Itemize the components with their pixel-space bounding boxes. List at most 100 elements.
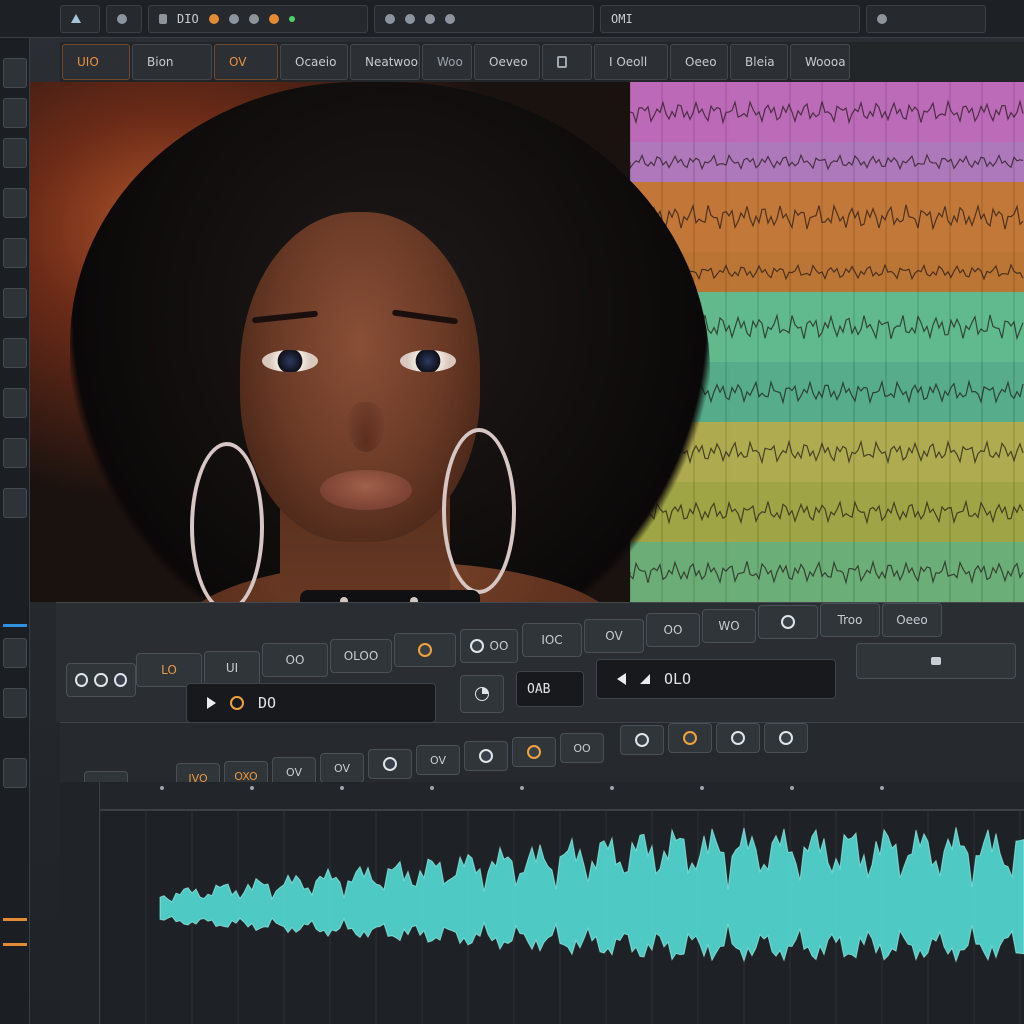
knob-icon[interactable] xyxy=(527,745,541,759)
track-header-strip[interactable] xyxy=(60,782,100,1024)
transport-chip[interactable] xyxy=(66,663,136,697)
audio-waveform[interactable] xyxy=(99,811,1024,1024)
tab-9[interactable]: Oeeo xyxy=(670,44,728,80)
rail-button[interactable] xyxy=(3,638,27,668)
edit-chip[interactable] xyxy=(512,737,556,767)
knob-icon[interactable] xyxy=(418,643,432,657)
top-button-group-2[interactable] xyxy=(106,4,142,33)
tool-icon[interactable] xyxy=(445,13,455,24)
tab-4[interactable]: Neatwoo xyxy=(350,44,420,80)
transport-chip[interactable]: OLOO xyxy=(330,639,392,673)
rail-button[interactable] xyxy=(3,758,27,788)
play-icon[interactable] xyxy=(617,673,626,685)
chip-label: OLOO xyxy=(343,649,379,663)
edit-chip[interactable] xyxy=(668,723,712,753)
edit-chip[interactable] xyxy=(716,723,760,753)
time-display[interactable]: OMI xyxy=(600,4,860,33)
top-right-group[interactable] xyxy=(866,4,986,33)
tab-8[interactable]: I Oeoll xyxy=(594,44,668,80)
secondary-display[interactable]: OLO xyxy=(596,659,836,699)
knob-icon[interactable] xyxy=(781,615,795,629)
record-arm-icon[interactable] xyxy=(268,13,279,24)
knob-icon[interactable] xyxy=(75,673,89,687)
edit-chip[interactable]: OO xyxy=(560,733,604,763)
arrow-up-icon[interactable] xyxy=(71,14,81,23)
pie-button[interactable] xyxy=(460,675,504,713)
tab-11[interactable]: Woooa xyxy=(790,44,850,80)
rail-button[interactable] xyxy=(3,98,27,128)
transport-chip[interactable]: OO xyxy=(262,643,328,677)
rail-button[interactable] xyxy=(3,238,27,268)
tab-1[interactable]: Bion xyxy=(132,44,212,80)
tool-icon[interactable] xyxy=(405,13,415,24)
transport-chip[interactable]: IOC xyxy=(522,623,582,657)
speaker-button[interactable] xyxy=(856,643,1016,679)
knob-icon[interactable] xyxy=(635,733,649,747)
knob-icon[interactable] xyxy=(469,639,484,653)
knob-icon[interactable] xyxy=(479,749,493,763)
knob-icon[interactable] xyxy=(94,673,108,687)
timeline-ruler[interactable] xyxy=(100,782,1024,810)
edit-toolbar: OO IVO OXO OV OV OV OO xyxy=(60,722,1024,801)
knob-icon[interactable] xyxy=(683,731,697,745)
rail-button[interactable] xyxy=(3,138,27,168)
knob-icon[interactable] xyxy=(731,731,745,745)
secondary-display-value: OLO xyxy=(664,670,692,688)
rail-button[interactable] xyxy=(3,338,27,368)
rail-button[interactable] xyxy=(3,488,27,518)
transport-chip[interactable] xyxy=(394,633,456,667)
waveform-editor[interactable] xyxy=(99,810,1024,1024)
transport-chip[interactable]: OO xyxy=(646,613,700,647)
rail-button[interactable] xyxy=(3,188,27,218)
edit-chip[interactable]: OV xyxy=(416,745,460,775)
edit-chip[interactable]: OV xyxy=(320,753,364,783)
record-icon[interactable] xyxy=(230,696,244,710)
transport-chip[interactable]: OV xyxy=(584,619,644,653)
top-tools-group[interactable] xyxy=(374,4,594,33)
transport-chip[interactable]: LO xyxy=(136,653,202,687)
record-icon[interactable] xyxy=(208,13,219,24)
pie-icon xyxy=(475,687,489,701)
tool-icon[interactable] xyxy=(385,13,395,24)
knob-icon[interactable] xyxy=(113,673,127,687)
tab-2[interactable]: OV xyxy=(214,44,278,80)
rail-button[interactable] xyxy=(3,58,27,88)
tab-lock[interactable] xyxy=(542,44,592,80)
tab-0[interactable]: UIO xyxy=(62,44,130,80)
top-transport-group[interactable]: DIO xyxy=(148,4,368,33)
tab-5[interactable]: Woo xyxy=(422,44,472,80)
knob-icon[interactable] xyxy=(779,731,793,745)
edit-chip[interactable] xyxy=(368,749,412,779)
tab-3[interactable]: Ocaeio xyxy=(280,44,348,80)
knob-icon[interactable] xyxy=(383,757,397,771)
edit-chip[interactable] xyxy=(764,723,808,753)
arrange-panel[interactable] xyxy=(30,82,1024,602)
small-display[interactable]: OAB xyxy=(516,671,584,707)
tool-icon[interactable] xyxy=(425,13,435,24)
edit-chip[interactable] xyxy=(620,725,664,755)
square-icon[interactable] xyxy=(159,13,167,24)
rail-button[interactable] xyxy=(3,388,27,418)
edit-chip-label: OV xyxy=(334,761,350,775)
transport-chip[interactable]: Oeeo xyxy=(882,603,942,637)
loop-icon[interactable] xyxy=(228,13,239,24)
transport-chip[interactable]: Troo xyxy=(820,603,880,637)
circle-icon[interactable] xyxy=(117,13,127,24)
edit-chip[interactable] xyxy=(464,741,508,771)
play-icon[interactable] xyxy=(207,697,216,709)
rail-button[interactable] xyxy=(3,438,27,468)
ruler-marker xyxy=(700,786,704,790)
metronome-icon[interactable] xyxy=(248,13,259,24)
settings-icon[interactable] xyxy=(877,13,887,24)
transport-chip[interactable]: WO xyxy=(702,609,756,643)
rail-button[interactable] xyxy=(3,288,27,318)
tab-6[interactable]: Oeveo xyxy=(474,44,540,80)
transport-chip[interactable]: OO xyxy=(460,629,518,663)
transport-chip[interactable]: UI xyxy=(204,651,260,685)
tab-10[interactable]: Bleia xyxy=(730,44,788,80)
rail-button[interactable] xyxy=(3,688,27,718)
toolbar-tabs: UIO Bion OV Ocaeio Neatwoo Woo Oeveo I O… xyxy=(60,42,1024,82)
main-position-display[interactable]: DO xyxy=(186,683,436,723)
top-button-group-1[interactable] xyxy=(60,4,100,33)
transport-chip[interactable] xyxy=(758,605,818,639)
